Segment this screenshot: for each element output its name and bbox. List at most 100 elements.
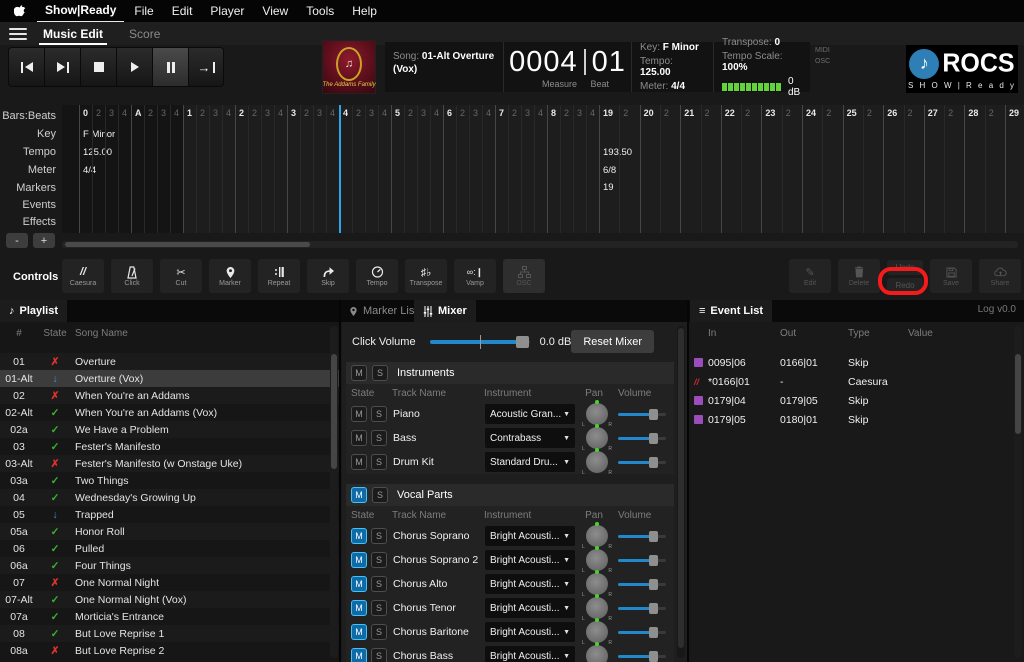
playlist-row[interactable]: 02 ✗ When You're an Addams [0,387,340,404]
track-mute-button[interactable]: M [351,406,367,422]
track-solo-button[interactable]: S [371,576,387,592]
playlist-row[interactable]: 07 ✗ One Normal Night [0,574,340,591]
event-row[interactable]: //*0166|01- Caesura [690,372,1024,391]
playlist-row[interactable]: 01-Alt ↓ Overture (Vox) [0,370,340,387]
skip-to-end-button[interactable]: → [188,47,224,87]
volume-slider[interactable] [618,626,666,638]
vamp-button[interactable]: ∞:❙ Vamp [454,259,496,293]
instrument-dropdown[interactable]: Acoustic Gran... ▼ [485,404,575,424]
tab-event-list[interactable]: ≡ Event List [690,300,772,322]
event-list-scrollbar-thumb[interactable] [1015,354,1021,434]
playlist-row[interactable]: 02a ✓ We Have a Problem [0,421,340,438]
volume-slider[interactable] [618,650,666,662]
playlist-scrollbar[interactable] [330,326,338,658]
click-button[interactable]: Click [111,259,153,293]
hamburger-menu-icon[interactable] [9,27,27,40]
zoom-out-button[interactable]: - [6,233,28,248]
playlist-row[interactable]: 03 ✓ Fester's Manifesto [0,438,340,455]
mixer-scrollbar-thumb[interactable] [678,328,684,648]
menu-view[interactable]: View [262,4,288,18]
reset-mixer-button[interactable]: Reset Mixer [571,330,654,353]
pan-knob[interactable]: LR [582,448,612,476]
track-mute-button[interactable]: M [351,430,367,446]
playlist-row[interactable]: 08a ✗ But Love Reprise 2 [0,642,340,659]
menu-player[interactable]: Player [210,4,244,18]
marker-button[interactable]: Marker [209,259,251,293]
playlist-row[interactable]: 03a ✓ Two Things [0,472,340,489]
volume-slider[interactable] [618,530,666,542]
playlist-row[interactable]: 04 ✓ Wednesday's Growing Up [0,489,340,506]
play-button[interactable] [116,47,152,87]
transpose-button[interactable]: ♯♭ Transpose [405,259,447,293]
event-row[interactable]: 0095|06 0166|01 Skip [690,353,1024,372]
event-row[interactable]: 0179|05 0180|01 Skip [690,410,1024,429]
section-mute-button[interactable]: M [351,365,367,381]
track-solo-button[interactable]: S [371,430,387,446]
zoom-in-button[interactable]: + [33,233,55,248]
playhead[interactable] [339,105,341,233]
playlist-row[interactable]: 07a ✓ Morticia's Entrance [0,608,340,625]
volume-slider-handle[interactable] [648,626,658,638]
apple-menu-icon[interactable] [14,4,27,18]
track-mute-button[interactable]: M [351,528,367,544]
track-mute-button[interactable]: M [351,454,367,470]
pan-knob[interactable]: LR [582,546,612,574]
pan-knob[interactable]: LR [582,570,612,598]
menu-app-name[interactable]: Show|Ready [36,3,125,23]
share-button[interactable]: Share [979,259,1021,293]
volume-slider[interactable] [618,408,666,420]
instrument-dropdown[interactable]: Bright Acousti... ▼ [485,526,575,546]
pan-knob[interactable]: LR [582,400,612,428]
pan-knob[interactable]: LR [582,522,612,550]
caesura-button[interactable]: // Caesura [62,259,104,293]
playlist-row[interactable]: 05a ✓ Honor Roll [0,523,340,540]
track-solo-button[interactable]: S [371,406,387,422]
volume-slider[interactable] [618,554,666,566]
track-mute-button[interactable]: M [351,624,367,640]
track-mute-button[interactable]: M [351,552,367,568]
volume-slider[interactable] [618,432,666,444]
playlist-row[interactable]: 08 ✓ But Love Reprise 1 [0,625,340,642]
stop-button[interactable] [80,47,116,87]
pan-knob[interactable]: LR [582,424,612,452]
tab-score[interactable]: Score [125,22,164,45]
undo-button[interactable]: Undo [887,259,923,275]
instrument-dropdown[interactable]: Bright Acousti... ▼ [485,598,575,618]
instrument-dropdown[interactable]: Standard Dru... ▼ [485,452,575,472]
volume-slider-handle[interactable] [648,650,658,662]
playlist-row[interactable]: 03-Alt ✗ Fester's Manifesto (w Onstage Uke… [0,455,340,472]
click-volume-handle[interactable] [515,336,529,348]
playlist-scrollbar-thumb[interactable] [331,354,337,469]
instrument-dropdown[interactable]: Bright Acousti... ▼ [485,574,575,594]
mixer-scrollbar[interactable] [677,326,685,658]
tab-playlist[interactable]: ♪ Playlist [0,300,68,322]
playlist-row[interactable]: 05 ↓ Trapped [0,506,340,523]
osc-button[interactable]: OSC [503,259,545,293]
event-row[interactable]: 0179|04 0179|05 Skip [690,391,1024,410]
track-solo-button[interactable]: S [371,528,387,544]
pan-knob[interactable]: LR [586,642,608,662]
instrument-dropdown[interactable]: Contrabass ▼ [485,428,575,448]
playlist-row[interactable]: 06a ✓ Four Things [0,557,340,574]
track-solo-button[interactable]: S [371,552,387,568]
edit-button[interactable]: ✎ Edit [789,259,831,293]
pan-knob[interactable]: LR [582,618,612,646]
delete-button[interactable]: Delete [838,259,880,293]
playlist-row[interactable]: 06 ✓ Pulled [0,540,340,557]
track-mute-button[interactable]: M [351,648,367,662]
menu-file[interactable]: File [134,4,153,18]
instrument-dropdown[interactable]: Bright Acousti... ▼ [485,622,575,642]
instrument-dropdown[interactable]: Bright Acousti... ▼ [485,646,575,662]
playlist-row[interactable]: 02-Alt ✓ When You're an Addams (Vox) [0,404,340,421]
playlist-row[interactable]: 01 ✗ Overture [0,353,340,370]
tempo-button[interactable]: Tempo [356,259,398,293]
pause-button[interactable] [152,47,188,87]
timeline-scrollbar-thumb[interactable] [65,242,310,247]
track-solo-button[interactable]: S [371,454,387,470]
timeline-ruler[interactable]: F Minor 125.00 4/4 193.50 6/8 19 0234A23… [62,105,1024,233]
track-solo-button[interactable]: S [371,648,387,662]
menu-edit[interactable]: Edit [172,4,193,18]
track-solo-button[interactable]: S [371,624,387,640]
tab-music-edit[interactable]: Music Edit [39,22,108,45]
volume-slider-handle[interactable] [648,408,658,420]
